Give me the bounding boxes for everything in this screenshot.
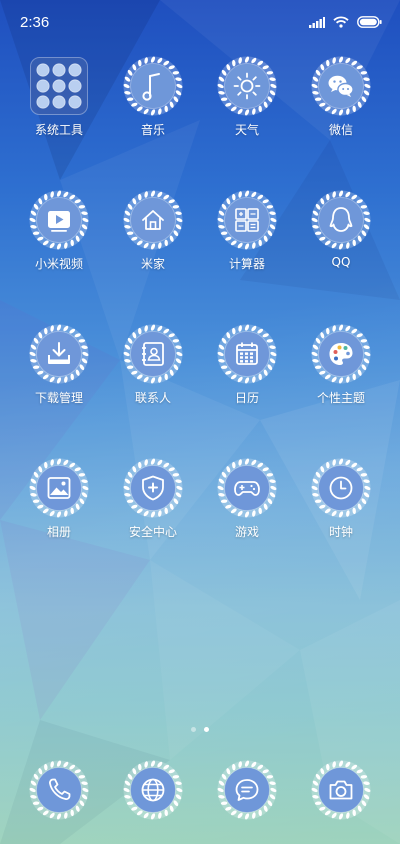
sun-icon bbox=[217, 56, 277, 116]
gallery-icon bbox=[29, 458, 89, 518]
app-label: 系统工具 bbox=[34, 123, 83, 137]
status-icons bbox=[309, 16, 382, 28]
status-time: 2:36 bbox=[20, 13, 50, 31]
grid-app-14[interactable]: 安全中心 bbox=[106, 458, 200, 540]
app-label: 天气 bbox=[234, 123, 259, 137]
grid-app-3[interactable]: 天气 bbox=[200, 56, 294, 138]
grid-app-16[interactable]: 时钟 bbox=[294, 458, 388, 540]
status-bar: 2:36 bbox=[0, 0, 400, 44]
dock-browser-globe[interactable] bbox=[106, 760, 200, 820]
app-label: 下载管理 bbox=[34, 391, 83, 405]
app-label: 音乐 bbox=[140, 123, 165, 137]
page-indicator bbox=[0, 727, 400, 732]
app-label: 个性主题 bbox=[316, 391, 365, 405]
shield-icon bbox=[123, 458, 183, 518]
browser-globe-icon bbox=[123, 760, 183, 820]
page-dot-1[interactable] bbox=[191, 727, 196, 732]
app-label: 日历 bbox=[234, 391, 259, 405]
contacts-icon bbox=[123, 324, 183, 384]
home-icon bbox=[123, 190, 183, 250]
app-label: 安全中心 bbox=[128, 525, 177, 539]
dock bbox=[12, 760, 388, 820]
battery-icon bbox=[357, 16, 382, 28]
app-label: 计算器 bbox=[228, 257, 265, 271]
app-label: QQ bbox=[331, 255, 351, 269]
palette-icon bbox=[311, 324, 371, 384]
grid-app-7[interactable]: 计算器 bbox=[200, 190, 294, 272]
dock-message[interactable] bbox=[200, 760, 294, 820]
calculator-icon bbox=[217, 190, 277, 250]
qq-penguin-icon bbox=[311, 190, 371, 250]
grid-app-1[interactable]: 系统工具 bbox=[12, 56, 106, 138]
download-icon bbox=[29, 324, 89, 384]
phone-icon bbox=[29, 760, 89, 820]
message-icon bbox=[217, 760, 277, 820]
camera-icon bbox=[311, 760, 371, 820]
dock-camera[interactable] bbox=[294, 760, 388, 820]
video-play-icon bbox=[29, 190, 89, 250]
dock-phone[interactable] bbox=[12, 760, 106, 820]
grid-app-2[interactable]: 音乐 bbox=[106, 56, 200, 138]
app-label: 米家 bbox=[140, 257, 165, 271]
app-grid: 系统工具 音乐 天气 微信小米视频 米家 计算器 QQ 下载管理 联系人 日历 个性主题相册 安全中心… bbox=[12, 56, 388, 540]
music-note-icon bbox=[123, 56, 183, 116]
wifi-icon bbox=[333, 16, 349, 28]
app-label: 联系人 bbox=[134, 391, 171, 405]
grid-app-8[interactable]: QQ bbox=[294, 190, 388, 272]
app-label: 微信 bbox=[328, 123, 353, 137]
wechat-icon bbox=[311, 56, 371, 116]
calendar-icon bbox=[217, 324, 277, 384]
grid-app-12[interactable]: 个性主题 bbox=[294, 324, 388, 406]
app-label: 相册 bbox=[46, 525, 71, 539]
grid-app-4[interactable]: 微信 bbox=[294, 56, 388, 138]
app-label: 时钟 bbox=[328, 525, 353, 539]
grid-app-15[interactable]: 游戏 bbox=[200, 458, 294, 540]
clock-icon bbox=[311, 458, 371, 518]
grid-app-13[interactable]: 相册 bbox=[12, 458, 106, 540]
folder-grid-icon bbox=[29, 56, 89, 116]
grid-app-9[interactable]: 下载管理 bbox=[12, 324, 106, 406]
app-label: 小米视频 bbox=[34, 257, 83, 271]
signal-icon bbox=[309, 16, 325, 28]
grid-app-5[interactable]: 小米视频 bbox=[12, 190, 106, 272]
app-label: 游戏 bbox=[234, 525, 259, 539]
gamepad-icon bbox=[217, 458, 277, 518]
grid-app-6[interactable]: 米家 bbox=[106, 190, 200, 272]
grid-app-11[interactable]: 日历 bbox=[200, 324, 294, 406]
page-dot-2[interactable] bbox=[204, 727, 209, 732]
grid-app-10[interactable]: 联系人 bbox=[106, 324, 200, 406]
